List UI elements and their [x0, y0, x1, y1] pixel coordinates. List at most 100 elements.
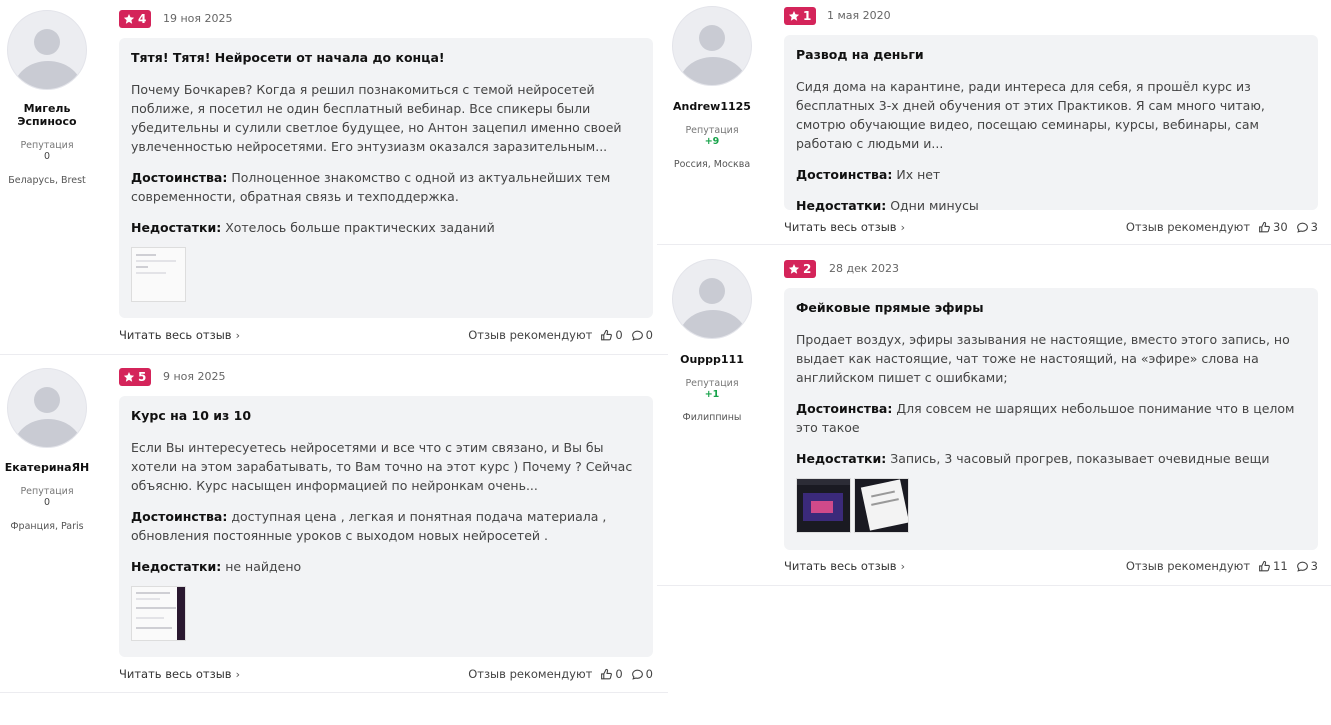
avatar[interactable] [672, 6, 752, 86]
reputation-value: +1 [704, 389, 720, 400]
like-button[interactable]: 0 [600, 665, 623, 683]
reputation-value: 0 [43, 497, 51, 508]
review-title[interactable]: Курс на 10 из 10 [131, 408, 641, 424]
comment-count: 3 [1310, 220, 1318, 234]
review-text: Продает воздух, эфиры зазывания не насто… [796, 332, 1290, 385]
review-photo-thumbnail[interactable] [131, 247, 186, 302]
chevron-right-icon: › [900, 560, 905, 573]
cons-label: Недостатки: [131, 559, 222, 574]
rating-value: 4 [138, 12, 147, 26]
comment-count: 0 [645, 328, 653, 342]
like-count: 0 [615, 328, 623, 342]
divider [657, 244, 1331, 245]
star-icon [123, 372, 135, 382]
review-body: Тятя! Тятя! Нейросети от начала до конца… [119, 38, 653, 318]
review-card: Ouppp111 Репутация +1 Филиппины 2 28 дек… [665, 252, 1331, 582]
comments-button[interactable]: 3 [1296, 218, 1318, 236]
avatar[interactable] [7, 10, 87, 90]
thumbs-up-icon [601, 668, 613, 679]
recommend-label: Отзыв рекомендуют [1125, 559, 1251, 573]
review-photo-thumbnail[interactable] [131, 586, 186, 641]
like-button[interactable]: 30 [1258, 218, 1288, 236]
read-more-link[interactable]: Читать весь отзыв › [119, 665, 240, 684]
rating-badge: 4 [119, 10, 152, 28]
recommend-label: Отзыв рекомендуют [468, 328, 593, 342]
user-location: Беларусь, Brest [8, 175, 86, 186]
comment-icon [1296, 222, 1308, 233]
recommend-label: Отзыв рекомендуют [1125, 220, 1251, 234]
reputation-value: +9 [704, 136, 720, 147]
star-icon [123, 14, 135, 24]
rating-value: 1 [803, 9, 812, 23]
review-date: 28 дек 2023 [829, 262, 900, 275]
review-title[interactable]: Фейковые прямые эфиры [796, 300, 1306, 316]
like-count: 11 [1273, 559, 1288, 573]
read-more-label: Читать весь отзыв [784, 220, 897, 234]
review-date: 9 ноя 2025 [163, 370, 226, 383]
pros-label: Достоинства: [796, 167, 893, 182]
star-icon [788, 11, 800, 21]
comment-count: 0 [645, 667, 653, 681]
review-footer: Читать весь отзыв › Отзыв рекомендуют 30 … [784, 218, 1318, 236]
comment-icon [1296, 561, 1308, 572]
review-footer: Читать весь отзыв › Отзыв рекомендуют 0 0 [119, 665, 653, 683]
chevron-right-icon: › [235, 668, 240, 681]
like-button[interactable]: 11 [1258, 557, 1288, 575]
pros-label: Достоинства: [131, 509, 228, 524]
cons-text: Хотелось больше практических заданий [225, 220, 495, 235]
user-name[interactable]: Ouppp111 [667, 353, 757, 366]
review-pros: Достоинства: Их нет [796, 165, 1306, 184]
review-footer: Читать весь отзыв › Отзыв рекомендуют 11 … [784, 557, 1318, 575]
review-card: ЕкатеринаЯН Репутация 0 Франция, Paris 5… [0, 358, 660, 693]
review-photo-thumbnail[interactable] [854, 478, 909, 533]
comments-button[interactable]: 3 [1296, 557, 1318, 575]
review-photos [131, 586, 641, 641]
read-more-label: Читать весь отзыв [119, 328, 232, 342]
read-more-label: Читать весь отзыв [119, 667, 232, 681]
review-title[interactable]: Тятя! Тятя! Нейросети от начала до конца… [131, 50, 641, 66]
cons-text: Одни минусы [890, 198, 979, 213]
pros-label: Достоинства: [796, 401, 893, 416]
review-cons: Недостатки: Запись, 3 часовый прогрев, п… [796, 449, 1306, 468]
reputation-label: Репутация [20, 140, 74, 151]
user-location: Россия, Москва [673, 159, 751, 170]
read-more-link[interactable]: Читать весь отзыв › [119, 326, 240, 345]
reputation-label: Репутация [685, 378, 739, 389]
rating-badge: 1 [784, 7, 817, 25]
thumbs-up-icon [601, 329, 613, 340]
comments-button[interactable]: 0 [631, 665, 653, 683]
rating-value: 2 [803, 262, 812, 276]
chevron-right-icon: › [235, 329, 240, 342]
read-more-link[interactable]: Читать весь отзыв › [784, 557, 905, 576]
review-pros: Достоинства: доступная цена , легкая и п… [131, 507, 641, 545]
cons-label: Недостатки: [131, 220, 222, 235]
review-body: Курс на 10 из 10 Если Вы интересуетесь н… [119, 396, 653, 657]
cons-label: Недостатки: [796, 198, 887, 213]
review-pros: Достоинства: Полноценное знакомство с од… [131, 168, 641, 206]
user-name[interactable]: Andrew1125 [667, 100, 757, 113]
review-photos [796, 478, 1306, 533]
review-photos [131, 247, 641, 302]
review-cons: Недостатки: Одни минусы [796, 196, 1306, 215]
read-more-link[interactable]: Читать весь отзыв › [784, 218, 905, 237]
review-title[interactable]: Развод на деньги [796, 47, 1306, 63]
user-location: Франция, Paris [10, 521, 84, 532]
review-card: Andrew1125 Репутация +9 Россия, Москва 1… [665, 0, 1331, 240]
user-name[interactable]: Мигель Эспиносо [7, 102, 87, 128]
reputation-label: Репутация [685, 125, 739, 136]
avatar[interactable] [7, 368, 87, 448]
review-photo-thumbnail[interactable] [796, 478, 851, 533]
rating-value: 5 [138, 370, 147, 384]
avatar[interactable] [672, 259, 752, 339]
review-date: 19 ноя 2025 [163, 12, 233, 25]
user-name[interactable]: ЕкатеринаЯН [2, 461, 92, 474]
thumbs-up-icon [1259, 221, 1270, 232]
review-date: 1 мая 2020 [827, 9, 891, 22]
pros-text: Их нет [896, 167, 941, 182]
cons-label: Недостатки: [796, 451, 887, 466]
comments-button[interactable]: 0 [631, 326, 653, 344]
comment-icon [631, 330, 643, 341]
cons-text: не найдено [225, 559, 302, 574]
comment-count: 3 [1310, 559, 1318, 573]
like-button[interactable]: 0 [600, 326, 623, 344]
